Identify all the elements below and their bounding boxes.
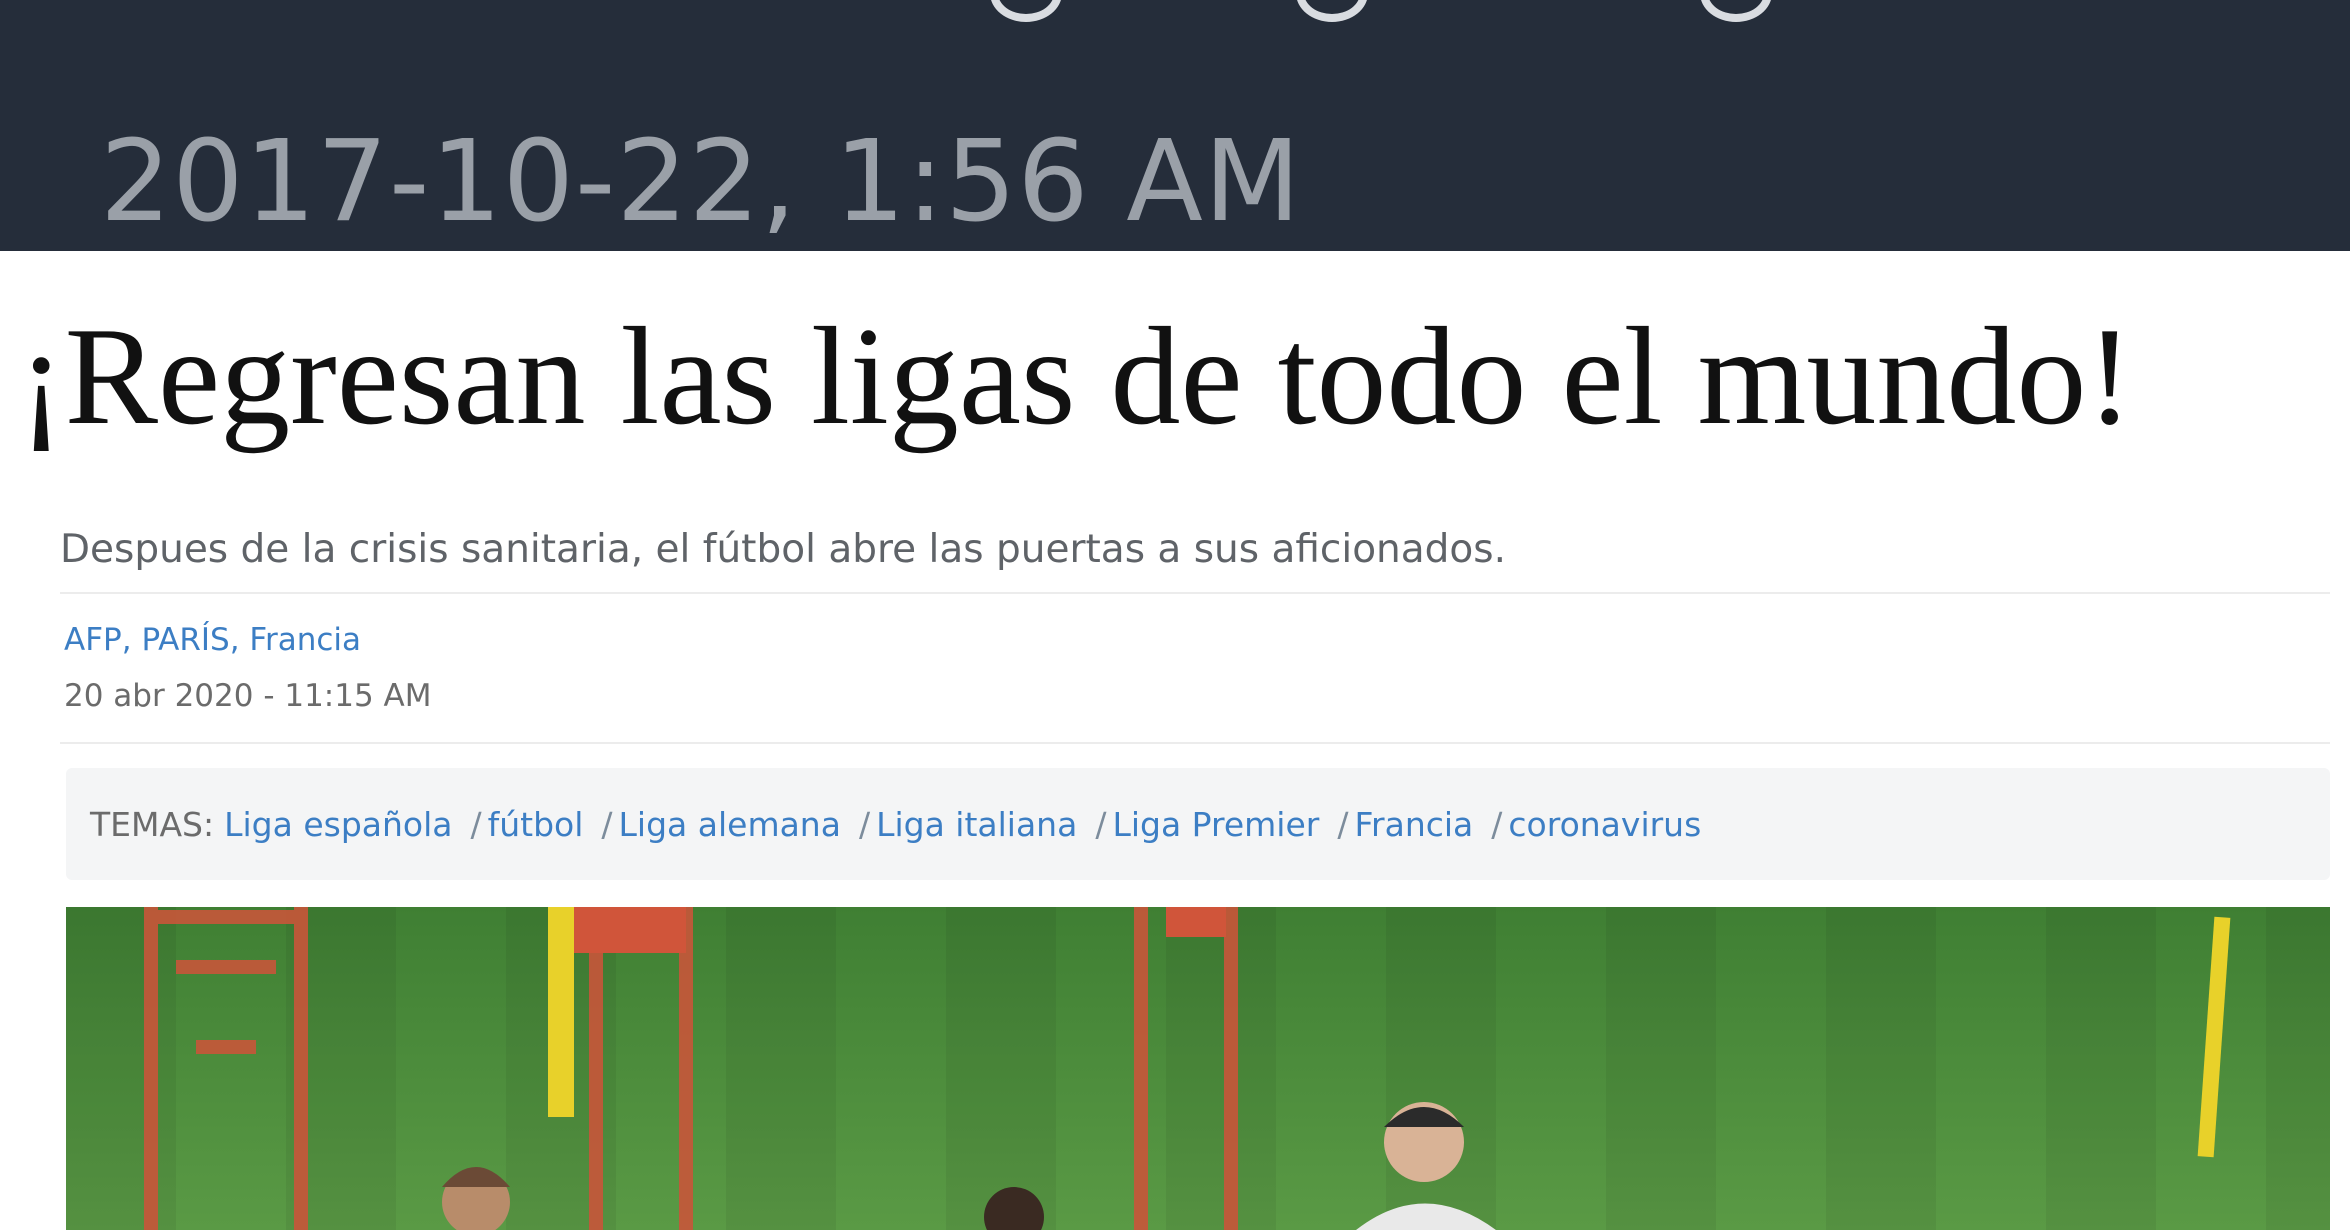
topic-separator: / [1337, 804, 1349, 844]
topic-link-futbol[interactable]: fútbol [488, 805, 584, 844]
divider [60, 742, 2330, 744]
post-timestamp: 2017-10-22, 1:56 AM [100, 117, 1302, 247]
article-date: 20 abr 2020 - 11:15 AM [64, 678, 432, 714]
cropped-icon [990, 0, 1062, 22]
article-photo [66, 907, 2330, 1230]
topics-label: TEMAS: [90, 804, 215, 844]
divider [60, 592, 2330, 594]
topic-link-liga-alemana[interactable]: Liga alemana [619, 805, 841, 844]
topics-bar: TEMAS: Liga española / fútbol / Liga ale… [66, 768, 2330, 880]
topic-separator: / [1491, 804, 1503, 844]
topic-link-liga-espanola[interactable]: Liga española [224, 805, 452, 844]
top-banner: 2017-10-22, 1:56 AM [0, 0, 2350, 251]
topic-link-francia[interactable]: Francia [1354, 805, 1473, 844]
article-byline[interactable]: AFP, PARÍS, Francia [64, 622, 361, 658]
topic-link-coronavirus[interactable]: coronavirus [1508, 805, 1701, 844]
training-pitch-photo [66, 907, 2330, 1230]
cropped-icon [1700, 0, 1772, 22]
topic-separator: / [470, 804, 482, 844]
article-subtitle: Despues de la crisis sanitaria, el fútbo… [60, 527, 1507, 572]
cropped-icon [1296, 0, 1368, 22]
topic-link-liga-premier[interactable]: Liga Premier [1112, 805, 1319, 844]
topic-separator: / [858, 804, 871, 844]
topic-link-liga-italiana[interactable]: Liga italiana [876, 805, 1077, 844]
topic-separator: / [1095, 804, 1107, 844]
topic-separator: / [601, 804, 613, 844]
article-headline: ¡Regresan las ligas de todo el mundo! [18, 299, 2134, 454]
yellow-pole [548, 907, 574, 1117]
